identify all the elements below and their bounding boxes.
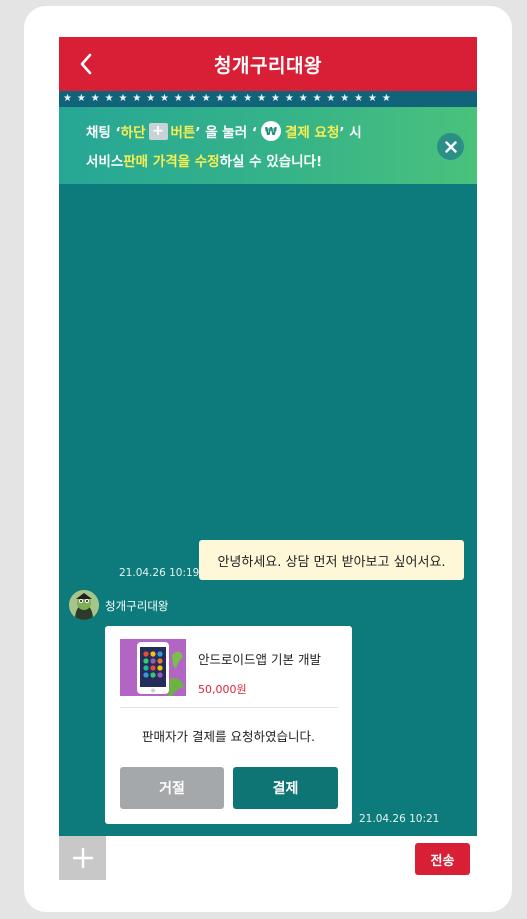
message-input[interactable] xyxy=(109,840,409,876)
page-title: 청개구리대왕 xyxy=(214,54,322,77)
won-icon: ₩ xyxy=(260,121,281,141)
chat-screen: 청개구리대왕 ★★★★★★★★★★★★★★★★★★★★★★★★ 채팅 ‘ 하단 … xyxy=(59,37,477,880)
reject-button[interactable]: 거절 xyxy=(120,767,224,809)
payment-request-card: 안드로이드앱 기본 개발 50,000원 판매자가 결제를 요청하였습니다. 거… xyxy=(105,626,352,824)
back-button[interactable] xyxy=(69,47,103,81)
close-notice-button[interactable] xyxy=(437,133,464,160)
avatar[interactable] xyxy=(69,590,99,620)
plus-icon xyxy=(72,848,93,868)
product-name: 안드로이드앱 기본 개발 xyxy=(198,652,321,667)
notice-highlight: 판매 가격을 수정 xyxy=(123,154,220,170)
send-button[interactable]: 전송 xyxy=(415,843,470,875)
payment-request-message: 판매자가 결제를 요청하였습니다. xyxy=(142,729,315,744)
user-message-bubble: 안녕하세요. 상담 먼저 받아보고 싶어서요. xyxy=(199,540,464,580)
frog-avatar-icon xyxy=(69,590,99,620)
notice-text: ’ 시 xyxy=(339,125,362,141)
chevron-left-icon xyxy=(80,53,92,75)
plus-icon: + xyxy=(148,122,168,140)
app-header: 청개구리대왕 xyxy=(59,37,477,91)
notice-line-1: 채팅 ‘ 하단 + 버튼 ’ 을 눌러 ‘ ₩ 결제 요청 ’ 시 xyxy=(86,121,362,141)
product-thumbnail[interactable] xyxy=(120,639,186,696)
notice-highlight: 하단 xyxy=(120,125,146,141)
star-strip: ★★★★★★★★★★★★★★★★★★★★★★★★ xyxy=(59,91,477,107)
chat-input-bar: 전송 xyxy=(59,836,477,880)
seller-name: 청개구리대왕 xyxy=(105,599,169,613)
attach-plus-button[interactable] xyxy=(59,836,106,880)
notice-text: 채팅 ‘ xyxy=(86,125,121,141)
notice-text: 서비스 xyxy=(86,154,124,170)
message-timestamp: 21.04.26 10:19 xyxy=(119,567,200,579)
phone-app-icon xyxy=(120,639,186,696)
pay-button[interactable]: 결제 xyxy=(233,767,338,809)
message-timestamp: 21.04.26 10:21 xyxy=(359,813,440,825)
notice-banner: 채팅 ‘ 하단 + 버튼 ’ 을 눌러 ‘ ₩ 결제 요청 ’ 시 서비스 판매… xyxy=(59,107,477,184)
notice-text: ’ 을 눌러 ‘ xyxy=(195,125,257,141)
notice-highlight: 버튼 xyxy=(170,125,196,141)
notice-text: 하실 수 있습니다! xyxy=(219,154,323,170)
notice-line-2: 서비스 판매 가격을 수정 하실 수 있습니다! xyxy=(86,150,322,170)
close-icon xyxy=(444,140,457,153)
notice-highlight: 결제 요청 xyxy=(284,125,340,141)
card-divider xyxy=(120,707,338,708)
product-price: 50,000원 xyxy=(198,683,247,696)
